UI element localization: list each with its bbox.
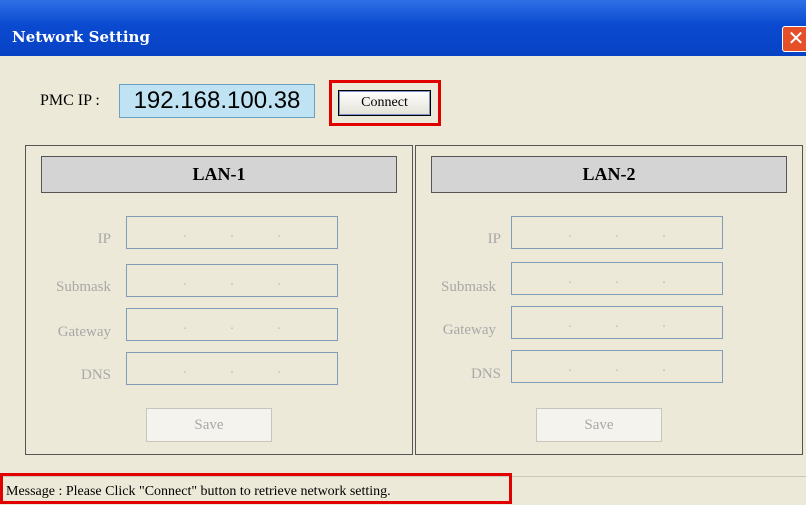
lan2-ip-input[interactable]: . . .: [511, 216, 723, 249]
ip-separator: . . .: [568, 360, 666, 375]
ip-separator: . . .: [568, 226, 666, 241]
network-setting-window: Network Setting ✕ PMC IP : 192.168.100.3…: [0, 0, 806, 505]
pmc-ip-label: PMC IP :: [40, 92, 100, 109]
lan2-dns-label: DNS: [470, 366, 501, 382]
message-highlight-box: [0, 473, 512, 504]
lan1-ip-label: IP: [97, 231, 111, 247]
lan2-submask-input[interactable]: . . .: [511, 262, 723, 295]
lan2-dns-input[interactable]: . . .: [511, 350, 723, 383]
lan2-group: LAN-2 IP . . . Submask . . . Gateway . .…: [415, 145, 803, 455]
lan1-ip-input[interactable]: . . .: [126, 216, 338, 249]
lan1-submask-input[interactable]: . . .: [126, 264, 338, 297]
title-bar[interactable]: Network Setting ✕: [0, 0, 806, 56]
lan2-submask-label: Submask: [440, 279, 496, 295]
connect-button[interactable]: Connect: [338, 90, 431, 116]
lan2-gateway-label: Gateway: [442, 322, 496, 338]
lan1-group: LAN-1 IP . . . Submask . . . Gateway . .…: [25, 145, 413, 455]
lan2-save-button[interactable]: Save: [536, 408, 662, 442]
lan1-save-button[interactable]: Save: [146, 408, 272, 442]
ip-separator: . . .: [183, 274, 281, 289]
lan2-ip-label: IP: [487, 231, 501, 247]
lan1-gateway-label: Gateway: [57, 324, 111, 340]
close-icon[interactable]: ✕: [782, 26, 806, 52]
window-title: Network Setting: [12, 28, 150, 46]
lan1-header: LAN-1: [41, 156, 397, 193]
lan2-header: LAN-2: [431, 156, 787, 193]
lan1-submask-label: Submask: [55, 279, 111, 295]
pmc-ip-field[interactable]: 192.168.100.38: [119, 84, 315, 118]
lan1-dns-label: DNS: [80, 367, 111, 383]
ip-separator: . . .: [183, 226, 281, 241]
ip-separator: . . .: [183, 318, 281, 333]
ip-separator: . . .: [568, 316, 666, 331]
ip-separator: . . .: [183, 362, 281, 377]
ip-separator: . . .: [568, 272, 666, 287]
lan1-gateway-input[interactable]: . . .: [126, 308, 338, 341]
lan1-dns-input[interactable]: . . .: [126, 352, 338, 385]
lan2-gateway-input[interactable]: . . .: [511, 306, 723, 339]
